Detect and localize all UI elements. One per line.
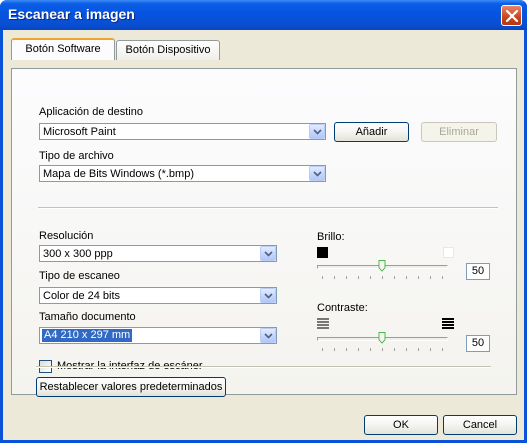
doc-size-value: A4 210 x 297 mm bbox=[42, 329, 133, 342]
tick bbox=[430, 276, 431, 279]
brightness-label: Brillo: bbox=[317, 231, 345, 243]
destination-select[interactable]: Microsoft Paint bbox=[39, 123, 326, 140]
tab-boton-dispositivo[interactable]: Botón Dispositivo bbox=[116, 40, 220, 60]
divider bbox=[36, 366, 491, 368]
tick bbox=[418, 276, 419, 279]
file-type-select[interactable]: Mapa de Bits Windows (*.bmp) bbox=[39, 165, 326, 182]
reset-defaults-button[interactable]: Restablecer valores predeterminados bbox=[36, 377, 226, 397]
dropdown-arrow[interactable] bbox=[260, 288, 276, 303]
dialog-body: Botón Software Botón Dispositivo Aplicac… bbox=[3, 30, 524, 440]
tick bbox=[370, 348, 371, 351]
dialog-window: Escanear a imagen Botón Software Botón D… bbox=[0, 0, 527, 443]
chevron-down-icon bbox=[264, 333, 273, 339]
tick bbox=[442, 276, 443, 279]
tick bbox=[430, 348, 431, 351]
scan-type-label: Tipo de escaneo bbox=[39, 270, 120, 282]
ok-button[interactable]: OK bbox=[364, 415, 438, 435]
tick bbox=[322, 348, 323, 351]
dropdown-arrow[interactable] bbox=[309, 166, 325, 181]
resolution-label: Resolución bbox=[39, 230, 94, 242]
resolution-value: 300 x 300 ppp bbox=[43, 248, 113, 260]
chevron-down-icon bbox=[313, 171, 322, 177]
tick bbox=[406, 276, 407, 279]
scan-type-value: Color de 24 bits bbox=[43, 290, 121, 302]
tick bbox=[382, 276, 383, 279]
doc-size-label: Tamaño documento bbox=[39, 311, 136, 323]
divider bbox=[38, 207, 498, 209]
dropdown-arrow[interactable] bbox=[260, 328, 276, 343]
title-bar[interactable]: Escanear a imagen bbox=[0, 0, 527, 30]
tick bbox=[382, 348, 383, 351]
chevron-down-icon bbox=[264, 293, 273, 299]
dark-square-icon bbox=[317, 247, 328, 258]
tab-boton-software[interactable]: Botón Software bbox=[11, 38, 115, 60]
file-type-value: Mapa de Bits Windows (*.bmp) bbox=[43, 168, 194, 180]
tick bbox=[370, 276, 371, 279]
tab-panel: Aplicación de destino Microsoft Paint Añ… bbox=[11, 68, 517, 395]
dropdown-arrow[interactable] bbox=[309, 124, 325, 139]
tick bbox=[322, 276, 323, 279]
file-type-label: Tipo de archivo bbox=[39, 150, 114, 162]
tick bbox=[358, 276, 359, 279]
contrast-value[interactable]: 50 bbox=[466, 335, 490, 352]
light-square-icon bbox=[443, 247, 454, 258]
tick bbox=[394, 276, 395, 279]
tick bbox=[346, 348, 347, 351]
tick bbox=[358, 348, 359, 351]
delete-button[interactable]: Eliminar bbox=[421, 122, 497, 142]
tick bbox=[346, 276, 347, 279]
tick bbox=[418, 348, 419, 351]
high-contrast-icon bbox=[442, 318, 454, 329]
brightness-value[interactable]: 50 bbox=[466, 263, 490, 280]
chevron-down-icon bbox=[264, 251, 273, 257]
low-contrast-icon bbox=[317, 318, 329, 329]
destination-label: Aplicación de destino bbox=[39, 106, 143, 118]
destination-value: Microsoft Paint bbox=[43, 126, 116, 138]
tick bbox=[334, 276, 335, 279]
chevron-down-icon bbox=[313, 129, 322, 135]
tick bbox=[442, 348, 443, 351]
brightness-slider-thumb[interactable] bbox=[378, 260, 386, 272]
contrast-slider-thumb[interactable] bbox=[378, 332, 386, 344]
window-title: Escanear a imagen bbox=[8, 6, 135, 22]
tick bbox=[334, 348, 335, 351]
tick bbox=[394, 348, 395, 351]
tick bbox=[406, 348, 407, 351]
contrast-label: Contraste: bbox=[317, 302, 368, 314]
add-button[interactable]: Añadir bbox=[334, 122, 409, 142]
close-button[interactable] bbox=[501, 5, 522, 26]
close-icon bbox=[506, 10, 518, 22]
tab-label: Botón Dispositivo bbox=[125, 44, 211, 56]
resolution-select[interactable]: 300 x 300 ppp bbox=[39, 245, 277, 262]
tab-label: Botón Software bbox=[25, 43, 101, 55]
cancel-button[interactable]: Cancel bbox=[443, 415, 517, 435]
doc-size-select[interactable]: A4 210 x 297 mm bbox=[39, 327, 277, 344]
dropdown-arrow[interactable] bbox=[260, 246, 276, 261]
scan-type-select[interactable]: Color de 24 bits bbox=[39, 287, 277, 304]
